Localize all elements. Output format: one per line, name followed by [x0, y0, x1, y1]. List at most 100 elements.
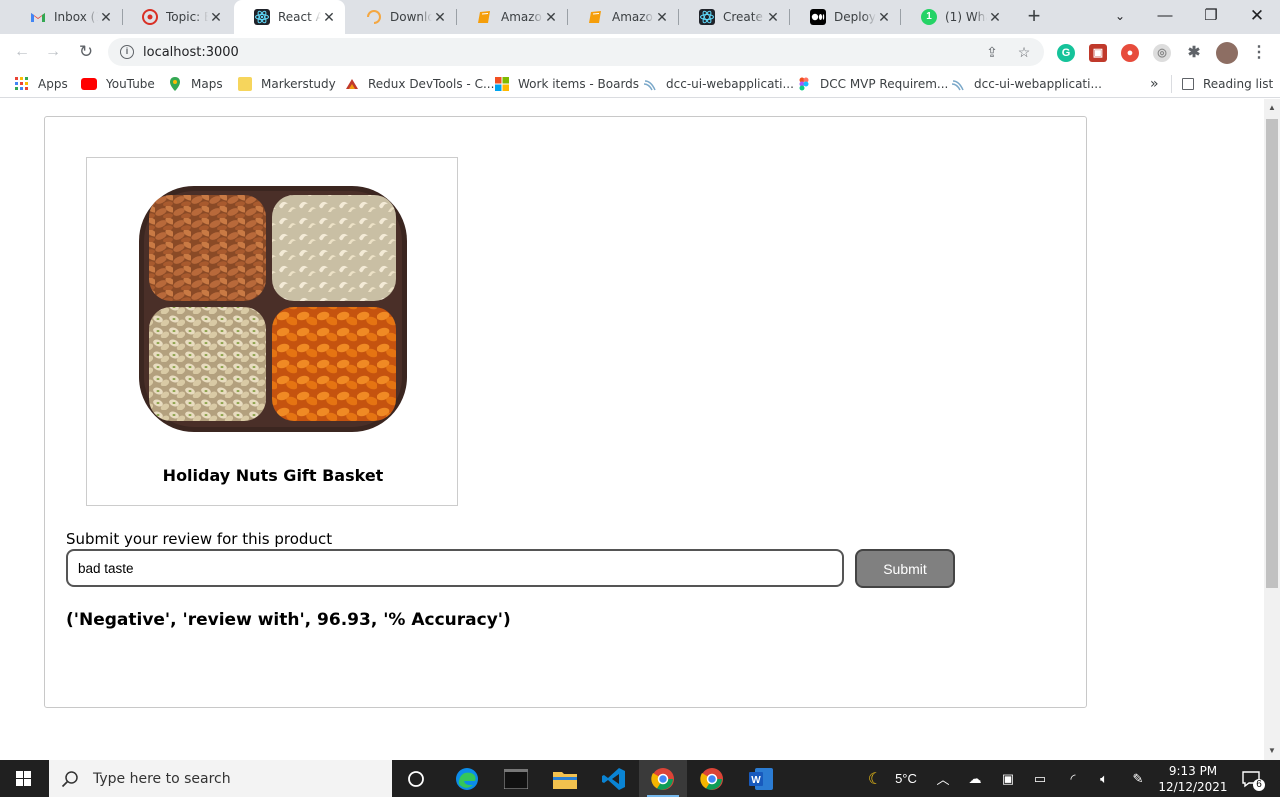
file-explorer-icon[interactable] — [541, 760, 589, 797]
tab-strip: Inbox (1, ✕ Topic: Ex ✕ React Ap ✕ Downl… — [0, 0, 1280, 34]
search-icon — [61, 770, 79, 788]
wifi-icon[interactable]: ◜ — [1061, 760, 1085, 797]
azure-icon — [951, 77, 965, 91]
weather-temp[interactable]: 5°C — [888, 760, 924, 797]
bookmark-star-icon[interactable]: ☆ — [1016, 44, 1032, 60]
address-url[interactable]: localhost:3000 — [143, 45, 239, 60]
chrome-icon[interactable] — [688, 760, 736, 797]
notification-count: 6 — [1253, 779, 1265, 791]
bookmark-dcc-mvp[interactable]: DCC MVP Requirem... — [797, 75, 948, 93]
share-icon[interactable]: ⇪ — [984, 44, 1000, 60]
bookmark-work-items[interactable]: Work items - Boards — [495, 75, 639, 93]
extension-icon[interactable]: ◎ — [1153, 44, 1171, 62]
folder-icon — [238, 77, 252, 91]
extension-icon[interactable]: ▣ — [1089, 44, 1107, 62]
reading-list-button[interactable]: Reading list — [1182, 75, 1273, 93]
youtube-icon — [81, 78, 97, 90]
close-icon[interactable]: ✕ — [208, 9, 224, 26]
forward-icon[interactable]: → — [40, 39, 66, 65]
notebook-icon — [477, 9, 493, 25]
tab-amazon-1[interactable]: Amazon ✕ — [457, 0, 567, 34]
weather-icon[interactable]: ☾ — [864, 760, 886, 797]
restore-icon[interactable]: ❐ — [1188, 0, 1234, 34]
taskbar-clock[interactable]: 9:13 PM 12/12/2021 — [1158, 763, 1228, 795]
close-icon[interactable]: ✕ — [543, 9, 559, 26]
bookmark-youtube[interactable]: YouTube — [81, 75, 155, 93]
extension-icon[interactable]: ● — [1121, 44, 1139, 62]
bookmark-label: dcc-ui-webapplicati... — [666, 77, 794, 91]
bookmark-label: Redux DevTools - C... — [368, 77, 495, 91]
reading-list-label: Reading list — [1203, 77, 1274, 91]
close-window-icon[interactable]: ✕ — [1234, 0, 1280, 34]
close-icon[interactable]: ✕ — [654, 9, 670, 26]
close-icon[interactable]: ✕ — [876, 9, 892, 26]
menu-dots-icon[interactable]: ⋮ — [1250, 44, 1268, 62]
close-icon[interactable]: ✕ — [432, 9, 448, 26]
bookmark-apps[interactable]: Apps — [15, 75, 68, 93]
tab-title: Create a — [723, 10, 765, 24]
scroll-thumb[interactable] — [1266, 119, 1278, 588]
pen-icon[interactable]: ✎ — [1126, 760, 1150, 797]
chrome-icon-active[interactable] — [639, 760, 687, 797]
stackoverflow-icon — [142, 9, 158, 25]
submit-button[interactable]: Submit — [855, 549, 955, 588]
scrollbar[interactable]: ▲ ▼ — [1264, 99, 1280, 760]
tab-deploy[interactable]: Deploy y ✕ — [790, 0, 900, 34]
bookmark-label: Work items - Boards — [518, 77, 640, 91]
tab-create[interactable]: Create a ✕ — [679, 0, 789, 34]
terminal-icon[interactable] — [492, 760, 540, 797]
bookmark-redux[interactable]: Redux DevTools - C... — [345, 75, 494, 93]
page-viewport: Holiday Nuts Gift Basket Submit your rev… — [0, 99, 1264, 760]
app-container: Holiday Nuts Gift Basket Submit your rev… — [44, 116, 1087, 708]
search-placeholder: Type here to search — [93, 770, 231, 787]
tab-amazon-2[interactable]: Amazon ✕ — [568, 0, 678, 34]
svg-text:W: W — [751, 775, 761, 786]
address-bar[interactable]: i localhost:3000 ⇪ ☆ — [108, 38, 1044, 66]
product-image — [139, 186, 407, 432]
scroll-up-icon[interactable]: ▲ — [1264, 101, 1280, 115]
tab-search-icon[interactable]: ⌄ — [1097, 0, 1143, 34]
notebook-icon — [588, 9, 604, 25]
volume-icon[interactable]: 🔈︎ — [1092, 760, 1116, 797]
cortana-icon[interactable] — [392, 760, 440, 797]
vscode-icon[interactable] — [590, 760, 638, 797]
info-icon[interactable]: i — [120, 45, 134, 59]
tab-gmail[interactable]: Inbox (1, ✕ — [10, 0, 122, 34]
bookmark-label: dcc-ui-webapplicati... — [974, 77, 1102, 91]
onedrive-icon[interactable]: ☁ — [963, 760, 987, 797]
review-input[interactable] — [66, 549, 844, 587]
bookmark-dcc-ui-1[interactable]: dcc-ui-webapplicati... — [643, 75, 794, 93]
tab-title: Amazon — [501, 10, 543, 24]
avatar[interactable] — [1216, 42, 1238, 64]
close-icon[interactable]: ✕ — [98, 9, 114, 26]
reload-icon[interactable]: ↻ — [73, 39, 99, 65]
meet-now-icon[interactable]: ▣ — [996, 760, 1020, 797]
bookmark-dcc-ui-2[interactable]: dcc-ui-webapplicati... — [951, 75, 1102, 93]
new-tab-button[interactable]: + — [1022, 4, 1046, 28]
grammarly-icon[interactable]: G — [1057, 44, 1075, 62]
notifications-icon[interactable]: 6 — [1236, 760, 1266, 797]
tab-react-app[interactable]: React Ap ✕ — [234, 0, 345, 34]
close-icon[interactable]: ✕ — [765, 9, 781, 26]
edge-icon[interactable] — [443, 760, 491, 797]
windows-start-icon[interactable] — [0, 760, 48, 797]
battery-icon[interactable]: ▭ — [1028, 760, 1052, 797]
scroll-down-icon[interactable]: ▼ — [1264, 744, 1280, 758]
chevron-up-icon[interactable]: ︿ — [932, 760, 954, 797]
tab-whatsapp[interactable]: 1 (1) What ✕ — [901, 0, 1011, 34]
back-icon[interactable]: ← — [9, 39, 35, 65]
taskbar-search[interactable]: Type here to search — [49, 760, 392, 797]
loading-icon — [366, 9, 382, 25]
bookmarks-overflow-icon[interactable]: » — [1150, 75, 1159, 93]
bookmark-label: Maps — [191, 77, 223, 91]
tab-topic[interactable]: Topic: Ex ✕ — [122, 0, 232, 34]
bookmark-markerstudy[interactable]: Markerstudy — [238, 75, 336, 93]
bookmark-maps[interactable]: Maps — [168, 75, 223, 93]
puzzle-icon[interactable]: ✱ — [1185, 44, 1203, 62]
close-icon[interactable]: ✕ — [987, 9, 1003, 26]
minimize-icon[interactable]: — — [1142, 0, 1188, 34]
tab-download[interactable]: Downloa ✕ — [346, 0, 456, 34]
word-icon[interactable]: W — [737, 760, 785, 797]
close-icon[interactable]: ✕ — [321, 9, 337, 26]
clock-date: 12/12/2021 — [1158, 780, 1228, 794]
